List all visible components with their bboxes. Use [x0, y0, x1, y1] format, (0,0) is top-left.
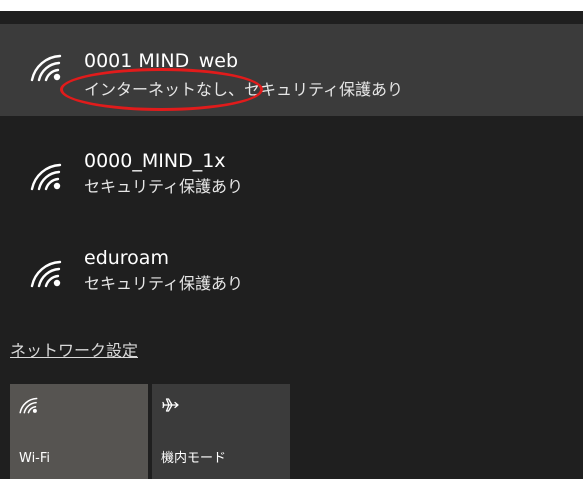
wifi-secured-icon: [30, 163, 62, 191]
wifi-secured-icon: [30, 54, 62, 82]
network-status: インターネットなし、セキュリティ保護あり: [84, 80, 404, 99]
network-status: セキュリティ保護あり: [84, 177, 244, 196]
network-status: セキュリティ保護あり: [84, 274, 244, 293]
airplane-tile-label: 機内モード: [161, 451, 227, 466]
wifi-icon: [19, 397, 38, 414]
wifi-secured-icon: [30, 260, 62, 288]
network-settings-link[interactable]: ネットワーク設定: [10, 341, 138, 361]
wifi-toggle-tile[interactable]: Wi-Fi: [10, 384, 148, 479]
airplane-mode-tile[interactable]: 機内モード: [152, 384, 290, 479]
wifi-tile-label: Wi-Fi: [19, 451, 51, 466]
network-ssid: 0001 MIND_web: [84, 50, 239, 72]
network-item-eduroam[interactable]: eduroam セキュリティ保護あり: [0, 228, 583, 314]
airplane-icon: [162, 398, 179, 412]
network-item-0001-mind-web[interactable]: 0001 MIND_web インターネットなし、セキュリティ保護あり: [0, 24, 583, 116]
network-item-0000-mind-1x[interactable]: 0000_MIND_1x セキュリティ保護あり: [0, 131, 583, 217]
network-ssid: eduroam: [84, 247, 169, 269]
network-ssid: 0000_MIND_1x: [84, 150, 226, 172]
network-flyout: 0001 MIND_web インターネットなし、セキュリティ保護あり 0000_…: [0, 11, 583, 479]
